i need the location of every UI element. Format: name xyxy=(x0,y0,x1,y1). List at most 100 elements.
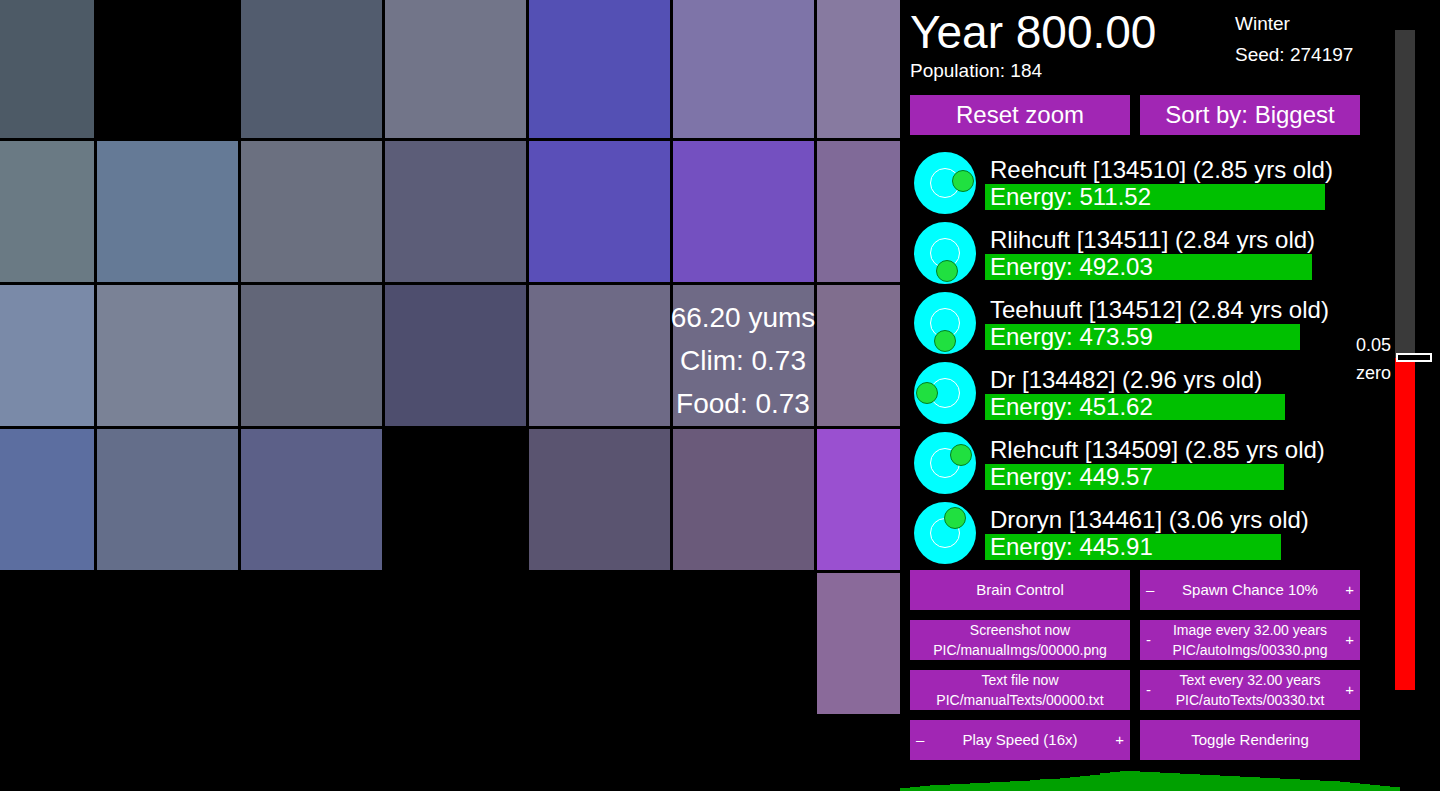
map-tile[interactable] xyxy=(529,429,670,570)
map-tile[interactable] xyxy=(0,0,94,138)
map-tile[interactable] xyxy=(97,429,238,570)
histogram-bar xyxy=(1140,772,1150,791)
map-tile[interactable] xyxy=(817,285,900,426)
control-button[interactable]: Text file nowPIC/manualTexts/00000.txt xyxy=(910,670,1130,710)
creature-row[interactable]: Droryn [134461] (3.06 yrs old)Energy: 44… xyxy=(910,498,1395,568)
creature-row[interactable]: Dr [134482] (2.96 yrs old)Energy: 451.62 xyxy=(910,358,1395,428)
energy-bar: Energy: 451.62 xyxy=(985,394,1384,420)
histogram-bar xyxy=(1320,781,1330,791)
map-tile[interactable] xyxy=(529,573,670,714)
histogram-bar xyxy=(1030,780,1040,791)
map-tile[interactable] xyxy=(817,0,900,138)
control-label: PIC/autoTexts/00330.txt xyxy=(1176,690,1325,710)
minus-button[interactable]: - xyxy=(1146,629,1156,652)
map-tile[interactable] xyxy=(241,141,382,282)
map-tile[interactable] xyxy=(97,0,238,138)
control-button[interactable]: Toggle Rendering xyxy=(1140,720,1360,760)
top-button[interactable]: Sort by: Biggest xyxy=(1140,95,1360,135)
map-tile[interactable] xyxy=(241,429,382,570)
control-button[interactable]: -Image every 32.00 yearsPIC/autoImgs/003… xyxy=(1140,620,1360,660)
histogram-bar xyxy=(1220,776,1230,791)
creature-row[interactable]: Rlihcuft [134511] (2.84 yrs old)Energy: … xyxy=(910,218,1395,288)
population-histogram xyxy=(900,770,1400,791)
histogram-bar xyxy=(980,783,990,791)
energy-label: Energy: 445.91 xyxy=(990,534,1153,560)
threshold-slider[interactable]: 0.05zero xyxy=(1395,30,1415,690)
tile-tooltip: 66.20 yumsClim: 0.73Food: 0.73 xyxy=(643,296,843,425)
minus-button[interactable]: - xyxy=(1146,679,1156,702)
creature-icon xyxy=(914,502,976,564)
histogram-bar xyxy=(1290,779,1300,791)
histogram-bar xyxy=(900,788,910,791)
map-tile[interactable] xyxy=(385,429,526,570)
control-button[interactable]: Screenshot nowPIC/manualImgs/00000.png xyxy=(910,620,1130,660)
histogram-bar xyxy=(1000,782,1010,791)
top-button[interactable]: Reset zoom xyxy=(910,95,1130,135)
map-tile[interactable] xyxy=(241,0,382,138)
mouth-dot xyxy=(944,507,966,529)
map-tile[interactable] xyxy=(385,573,526,714)
app: 66.20 yumsClim: 0.73Food: 0.73Year 800.0… xyxy=(0,0,1440,791)
map-tile[interactable] xyxy=(529,0,670,138)
map-tile[interactable] xyxy=(817,141,900,282)
histogram-bar xyxy=(1020,781,1030,791)
map-tile[interactable] xyxy=(385,141,526,282)
creature-name: Droryn [134461] (3.06 yrs old) xyxy=(985,506,1384,534)
map-tile[interactable] xyxy=(0,573,94,714)
world-map[interactable]: 66.20 yumsClim: 0.73Food: 0.73 xyxy=(0,0,900,791)
map-tile[interactable] xyxy=(673,0,814,138)
mouth-dot xyxy=(936,260,958,282)
map-tile[interactable] xyxy=(241,285,382,426)
histogram-bar xyxy=(940,785,950,791)
histogram-bar xyxy=(1040,779,1050,791)
map-tile[interactable] xyxy=(673,573,814,714)
control-button[interactable]: –Play Speed (16x)+ xyxy=(910,720,1130,760)
histogram-bar xyxy=(1110,772,1120,791)
map-tile[interactable] xyxy=(385,285,526,426)
map-tile[interactable] xyxy=(0,141,94,282)
map-tile[interactable] xyxy=(0,429,94,570)
energy-bar: Energy: 449.57 xyxy=(985,464,1384,490)
map-tile[interactable] xyxy=(673,429,814,570)
minus-button[interactable]: – xyxy=(1146,579,1156,602)
map-tile[interactable] xyxy=(817,429,900,570)
control-label: PIC/manualImgs/00000.png xyxy=(933,640,1107,660)
control-label: Image every 32.00 years xyxy=(1173,620,1327,640)
plus-button[interactable]: + xyxy=(1114,729,1124,752)
plus-button[interactable]: + xyxy=(1344,679,1354,702)
plus-button[interactable]: + xyxy=(1344,579,1354,602)
histogram-bar xyxy=(1390,787,1400,791)
control-button[interactable]: Brain Control xyxy=(910,570,1130,610)
map-tile[interactable] xyxy=(817,573,900,714)
histogram-bar xyxy=(1190,774,1200,791)
plus-button[interactable]: + xyxy=(1344,629,1354,652)
map-tile[interactable] xyxy=(241,573,382,714)
histogram-bar xyxy=(1180,774,1190,791)
population-label: Population: 184 xyxy=(910,59,1235,83)
map-tile[interactable] xyxy=(97,141,238,282)
creature-row[interactable]: Rlehcuft [134509] (2.85 yrs old)Energy: … xyxy=(910,428,1395,498)
histogram-bar xyxy=(1070,777,1080,791)
map-tile[interactable] xyxy=(0,285,94,426)
histogram-bar xyxy=(930,785,940,791)
control-button[interactable]: –Spawn Chance 10%+ xyxy=(1140,570,1360,610)
map-tile[interactable] xyxy=(97,573,238,714)
control-button[interactable]: - Text every 32.00 yearsPIC/autoTexts/003… xyxy=(1140,670,1360,710)
creature-icon xyxy=(914,362,976,424)
histogram-bar xyxy=(1010,781,1020,791)
histogram-bar xyxy=(1170,773,1180,791)
histogram-bar xyxy=(1350,783,1360,791)
histogram-bar xyxy=(1130,771,1140,791)
minus-button[interactable]: – xyxy=(916,729,926,752)
slider-handle[interactable] xyxy=(1396,353,1432,362)
map-tile[interactable] xyxy=(385,0,526,138)
map-tile[interactable] xyxy=(529,285,670,426)
creature-row[interactable]: Teehuuft [134512] (2.84 yrs old)Energy: … xyxy=(910,288,1395,358)
control-label: Text every 32.00 years xyxy=(1180,670,1321,690)
map-tile[interactable] xyxy=(529,141,670,282)
map-tile[interactable] xyxy=(97,285,238,426)
map-tile[interactable] xyxy=(673,141,814,282)
histogram-bar xyxy=(1310,780,1320,791)
energy-bar: Energy: 492.03 xyxy=(985,254,1384,280)
creature-row[interactable]: Reehcuft [134510] (2.85 yrs old)Energy: … xyxy=(910,148,1395,218)
